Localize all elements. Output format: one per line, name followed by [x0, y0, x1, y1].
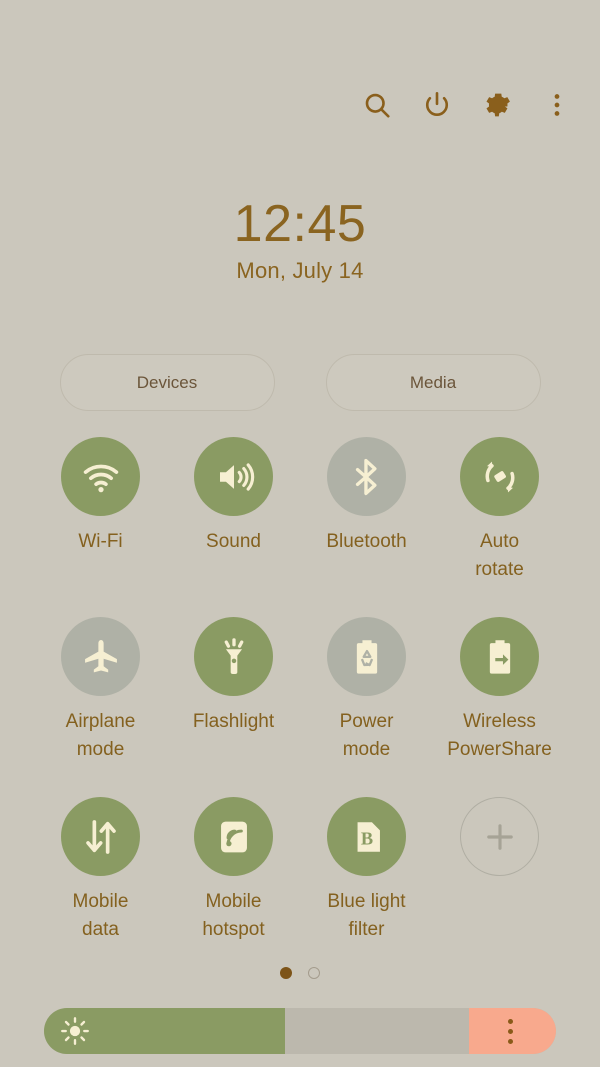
- tile-sound[interactable]: Sound: [167, 437, 300, 583]
- tile-label: Power mode: [339, 711, 394, 760]
- more-vertical-icon[interactable]: [507, 1018, 517, 1044]
- devices-button[interactable]: Devices: [59, 354, 275, 411]
- page-indicator: [0, 967, 600, 979]
- add-icon[interactable]: [460, 797, 539, 877]
- blue-light-filter-icon[interactable]: B: [327, 797, 406, 877]
- tile-label: Airplane mode: [65, 711, 136, 760]
- clock-block: 12:45 Mon, July 14: [0, 196, 600, 284]
- tile-label: Wireless PowerShare: [447, 711, 552, 760]
- sound-icon[interactable]: [194, 437, 273, 516]
- tile-label: Flashlight: [192, 711, 275, 733]
- tile-power-mode[interactable]: Power mode: [300, 617, 433, 763]
- tile-mobile-data[interactable]: Mobile data: [34, 797, 167, 943]
- airplane-icon[interactable]: [61, 617, 140, 697]
- tile-auto-rotate[interactable]: Auto rotate: [433, 437, 566, 583]
- tile-label: Mobile hotspot: [202, 891, 265, 940]
- clock-time[interactable]: 12:45: [0, 196, 600, 252]
- search-icon[interactable]: [360, 88, 394, 122]
- media-button[interactable]: Media: [325, 354, 541, 411]
- flashlight-icon[interactable]: [194, 617, 273, 697]
- gear-icon[interactable]: [480, 88, 514, 122]
- more-vertical-icon[interactable]: [540, 88, 574, 122]
- svg-text:B: B: [360, 828, 372, 848]
- tile-label: Bluetooth: [326, 531, 407, 552]
- mobile-data-icon[interactable]: [61, 797, 140, 877]
- tile-add-button[interactable]: [433, 797, 566, 943]
- page-dot-2[interactable]: [308, 967, 320, 979]
- quick-settings-topbar: [360, 88, 574, 122]
- tile-label: Auto rotate: [475, 531, 524, 580]
- brightness-slider[interactable]: [44, 1008, 556, 1054]
- clock-date[interactable]: Mon, July 14: [0, 258, 600, 284]
- tile-airplane[interactable]: Airplane mode: [34, 617, 167, 763]
- bluetooth-icon[interactable]: [327, 437, 406, 516]
- tile-label: Mobile data: [72, 891, 129, 940]
- mobile-hotspot-icon[interactable]: [194, 797, 273, 877]
- wifi-icon[interactable]: [61, 437, 140, 516]
- power-mode-icon[interactable]: [327, 617, 406, 697]
- tile-bluetooth[interactable]: Bluetooth: [300, 437, 433, 583]
- brightness-sun-icon: [60, 1016, 90, 1046]
- power-icon[interactable]: [420, 88, 454, 122]
- quick-settings-grid: Wi-Fi Sound Bluetooth Auto rotate Airplane…: [0, 437, 600, 943]
- tile-mobile-hotspot[interactable]: Mobile hotspot: [167, 797, 300, 943]
- brightness-extra-panel[interactable]: [468, 1008, 556, 1054]
- auto-rotate-icon[interactable]: [460, 437, 539, 516]
- tile-wifi[interactable]: Wi-Fi: [34, 437, 167, 583]
- tile-wireless-powershare[interactable]: Wireless PowerShare: [433, 617, 566, 763]
- wireless-powershare-icon[interactable]: [460, 617, 539, 697]
- tile-label: Blue light filter: [327, 891, 406, 940]
- tile-blue-light-filter[interactable]: B Blue light filter: [300, 797, 433, 943]
- page-dot-1[interactable]: [280, 967, 292, 979]
- shortcut-row: Devices Media: [0, 354, 600, 411]
- tile-flashlight[interactable]: Flashlight: [167, 617, 300, 763]
- tile-label: Sound: [206, 531, 261, 552]
- tile-label: Wi-Fi: [78, 531, 123, 552]
